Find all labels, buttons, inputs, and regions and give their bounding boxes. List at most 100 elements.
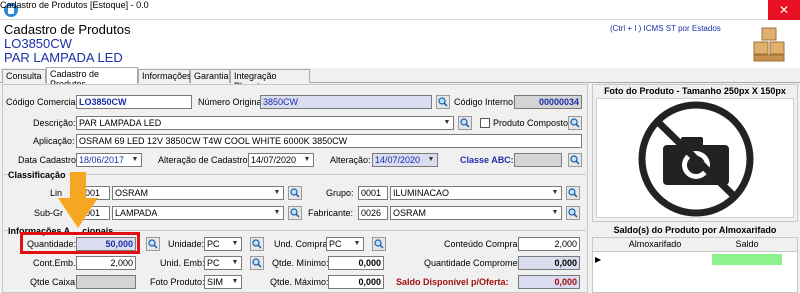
search-und-compra-button[interactable] [372, 237, 386, 251]
row-selector-icon: ▶ [595, 255, 602, 264]
search-fabricante-button[interactable] [566, 206, 580, 220]
tab-integracao-pluggto[interactable]: Integração Pluggto [230, 69, 310, 91]
column-almoxarifado[interactable]: Almoxarifado [600, 239, 710, 249]
fabricante-combo[interactable]: OSRAM ▼ [390, 206, 562, 220]
codigo-interno-input: 00000034 [514, 95, 582, 109]
search-icon [568, 208, 578, 218]
foto-produto-select[interactable]: SIM ▼ [204, 275, 242, 289]
search-produto-composto-button[interactable] [568, 116, 582, 130]
alteracao-value: 14/07/2020 [375, 155, 421, 165]
unid-emb-label: Unid. Emb: [160, 258, 205, 268]
produto-composto-checkbox[interactable] [480, 118, 490, 128]
search-icon [374, 239, 384, 249]
numero-original-input[interactable]: 3850CW [260, 95, 432, 109]
no-camera-icon [638, 101, 754, 217]
und-compra-label: Und. Compra: [274, 239, 331, 249]
classe-abc-label: Classe ABC: [460, 155, 514, 165]
boxes-icon [752, 26, 786, 62]
chevron-down-icon: ▼ [131, 156, 139, 163]
grupo-combo[interactable]: ILUMINACAO ▼ [390, 186, 562, 200]
tab-informacoes[interactable]: Informações [138, 69, 192, 83]
produto-composto-label: Produto Composto [493, 118, 569, 128]
chevron-down-icon: ▼ [353, 240, 361, 247]
quantidade-input[interactable]: 50,000 [76, 237, 136, 251]
search-icon [460, 118, 470, 128]
foto-produto-value: SIM [207, 277, 224, 287]
unidade-label: Unidade: [168, 239, 205, 249]
qtde-caixa-label: Qtde Caixa: [30, 277, 78, 287]
saldo-cell[interactable] [712, 254, 782, 265]
search-icon [148, 239, 158, 249]
search-icon [568, 188, 578, 198]
und-compra-select[interactable]: PC ▼ [326, 237, 364, 251]
saldo-oferta-label: Saldo Disponível p/Oferta: [396, 277, 509, 287]
conteudo-compra-input[interactable]: 2,000 [518, 237, 580, 251]
tab-consulta[interactable]: Consulta [2, 69, 46, 83]
descricao-combo[interactable]: PAR LAMPADA LED ▼ [76, 116, 454, 130]
chevron-down-icon: ▼ [231, 278, 239, 285]
und-compra-value: PC [329, 239, 342, 249]
data-cadastro-label: Data Cadastro: [18, 155, 79, 165]
alteracao-label: Alteração: [330, 155, 371, 165]
search-subgrupo-button[interactable] [288, 206, 302, 220]
alteracao-cadastro-picker[interactable]: 14/07/2020 ▼ [248, 153, 314, 167]
search-grupo-button[interactable] [566, 186, 580, 200]
column-saldo[interactable]: Saldo [712, 239, 782, 249]
data-cadastro-picker[interactable]: 18/06/2017 ▼ [76, 153, 142, 167]
grupo-value: ILUMINACAO [393, 188, 450, 198]
search-classe-abc-button[interactable] [568, 153, 582, 167]
fabricante-value: OSRAM [393, 208, 427, 218]
cont-emb-input[interactable]: 2,000 [76, 256, 136, 270]
page-title: Cadastro de Produtos [4, 22, 131, 37]
search-icon [290, 188, 300, 198]
chevron-down-icon: ▼ [273, 189, 281, 196]
unid-emb-select[interactable]: PC ▼ [204, 256, 242, 270]
chevron-down-icon: ▼ [551, 189, 559, 196]
search-linha-button[interactable] [288, 186, 302, 200]
search-numero-original-button[interactable] [436, 95, 450, 109]
alteracao-cadastro-value: 14/07/2020 [251, 155, 297, 165]
aplicacao-input[interactable]: OSRAM 69 LED 12V 3850CW T4W COOL WHITE 6… [76, 134, 582, 148]
chevron-down-icon: ▼ [273, 209, 281, 216]
header-product-code: LO3850CW [4, 36, 72, 51]
saldo-title: Saldo(s) do Produto por Almoxarifado [613, 225, 777, 235]
search-icon [252, 239, 262, 249]
codigo-interno-label: Código Interno: [454, 97, 516, 107]
alteracao-picker[interactable]: 14/07/2020 ▼ [372, 153, 438, 167]
tab-cadastro-produtos[interactable]: Cadastro de Produtos [46, 67, 138, 89]
aplicacao-label: Aplicação: [33, 136, 75, 146]
qtde-minimo-input[interactable]: 0,000 [328, 256, 384, 270]
qtde-comprometido-input: 0,000 [518, 256, 580, 270]
qtde-maximo-label: Qtde. Máximo: [270, 277, 329, 287]
icms-shortcut-hint[interactable]: (Ctrl + I ) ICMS ST por Estados [610, 24, 721, 33]
qtde-maximo-input[interactable]: 0,000 [328, 275, 384, 289]
search-unid-emb-button[interactable] [250, 256, 264, 270]
grupo-code-input[interactable]: 0001 [358, 186, 388, 200]
unidade-select[interactable]: PC ▼ [204, 237, 242, 251]
search-quantidade-button[interactable] [146, 237, 160, 251]
search-icon [570, 155, 580, 165]
unidade-value: PC [207, 239, 220, 249]
linha-combo[interactable]: OSRAM ▼ [112, 186, 284, 200]
grupo-label: Grupo: [326, 188, 354, 198]
qtde-caixa-input[interactable] [76, 275, 136, 289]
saldo-oferta-input: 0,000 [518, 275, 580, 289]
annotation-arrow-icon [58, 172, 98, 228]
chevron-down-icon: ▼ [443, 119, 451, 126]
descricao-label: Descrição: [33, 118, 76, 128]
alteracao-cadastro-label: Alteração de Cadastro: [158, 155, 251, 165]
qtde-minimo-label: Qtde. Mínimo: [272, 258, 329, 268]
product-photo-area[interactable] [596, 98, 794, 218]
codigo-comercial-input[interactable]: LO3850CW [76, 95, 192, 109]
search-descricao-button[interactable] [458, 116, 472, 130]
subgrupo-combo[interactable]: LAMPADA ▼ [112, 206, 284, 220]
tab-garantia[interactable]: Garantia [190, 69, 230, 83]
chevron-down-icon: ▼ [427, 156, 435, 163]
conteudo-compra-label: Conteúdo Compra: [444, 239, 521, 249]
close-window-button[interactable]: ✕ [768, 0, 800, 20]
search-unidade-button[interactable] [250, 237, 264, 251]
window-title: Cadastro de Produtos [Estoque] - 0.0 [0, 0, 149, 10]
fabricante-code-input[interactable]: 0026 [358, 206, 388, 220]
search-icon [290, 208, 300, 218]
unid-emb-value: PC [207, 258, 220, 268]
